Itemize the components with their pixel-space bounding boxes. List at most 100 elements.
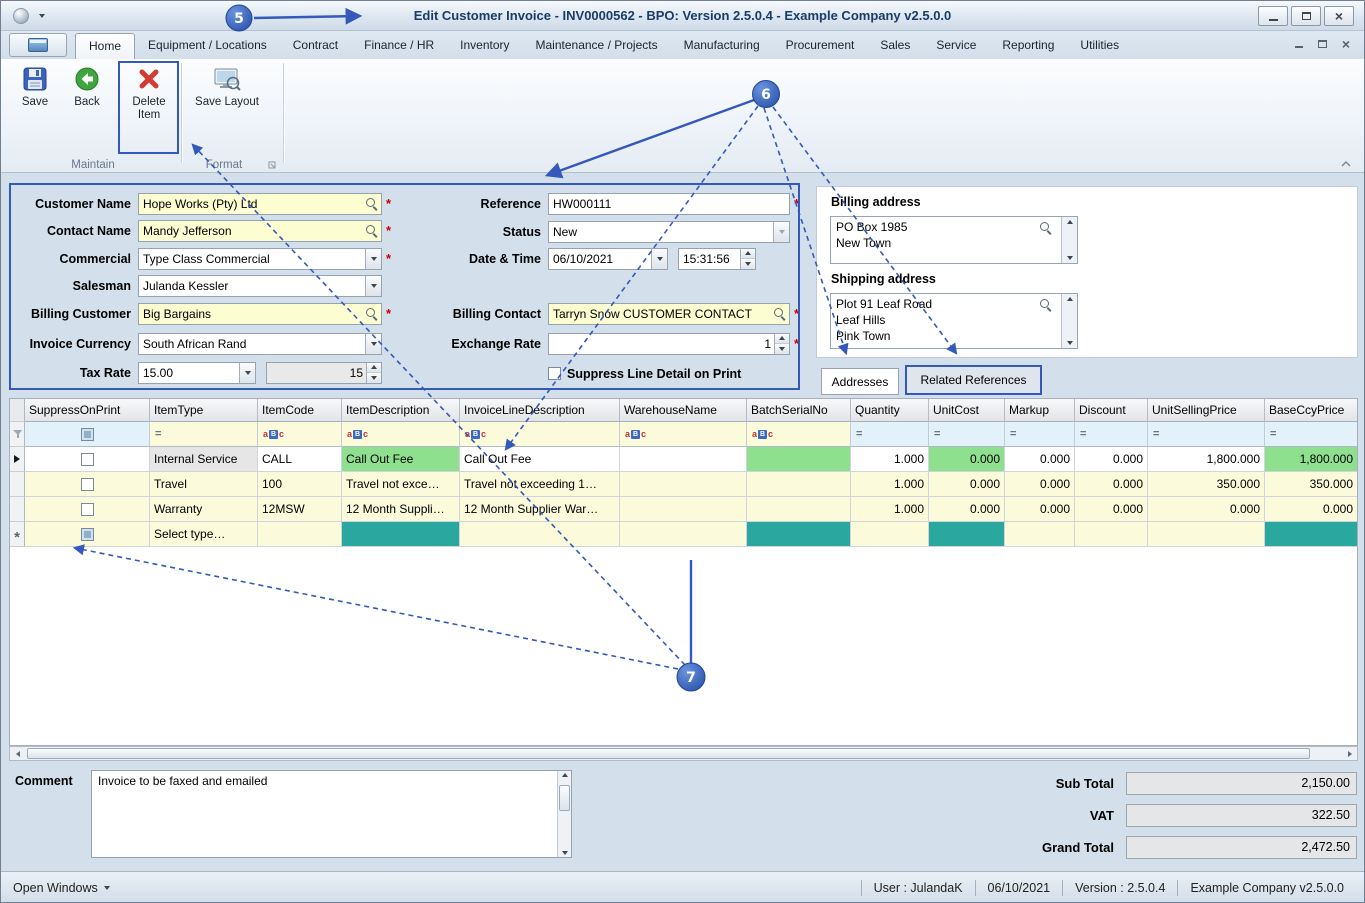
suppress-checkbox-cell[interactable] xyxy=(25,447,150,472)
search-icon[interactable] xyxy=(365,224,378,237)
filter-cell-unitsellingprice[interactable]: = xyxy=(1148,422,1265,447)
invoice-currency-select[interactable]: South African Rand xyxy=(138,332,382,355)
tab-reporting[interactable]: Reporting xyxy=(989,33,1067,57)
date-input[interactable]: 06/10/2021 xyxy=(548,247,668,270)
column-header-warehousename[interactable]: WarehouseName xyxy=(620,399,747,422)
tax-rate-select[interactable]: 15.00 xyxy=(138,361,256,384)
filter-cell-suppressonprint[interactable] xyxy=(25,422,150,447)
scroll-right-icon[interactable] xyxy=(1342,747,1357,760)
search-icon[interactable] xyxy=(365,307,378,320)
back-button[interactable]: Back xyxy=(65,66,109,109)
cell-discount[interactable]: 0.000 xyxy=(1075,447,1148,472)
customer-name-input[interactable]: Hope Works (Pty) Ltd xyxy=(138,192,382,215)
tab-addresses[interactable]: Addresses xyxy=(821,368,899,395)
column-header-unitsellingprice[interactable]: UnitSellingPrice xyxy=(1148,399,1265,422)
suppress-checkbox-cell[interactable] xyxy=(25,522,150,547)
open-windows-menu[interactable]: Open Windows xyxy=(13,881,110,895)
cell-batchserialno[interactable] xyxy=(747,447,851,472)
tax-amount-stepper[interactable]: 15 xyxy=(266,361,382,384)
cell-baseccyprice[interactable] xyxy=(1265,522,1357,547)
suppress-line-detail-checkbox[interactable] xyxy=(548,367,561,380)
tab-service[interactable]: Service xyxy=(923,33,989,57)
column-header-itemtype[interactable]: ItemType xyxy=(150,399,258,422)
mdi-minimize-icon[interactable] xyxy=(1294,46,1303,48)
column-header-itemdescription[interactable]: ItemDescription xyxy=(342,399,460,422)
dropdown-arrow-icon[interactable] xyxy=(365,333,381,354)
mdi-restore-icon[interactable] xyxy=(1317,40,1327,48)
search-icon[interactable] xyxy=(1039,298,1052,311)
cell-baseccyprice[interactable]: 1,800.000 xyxy=(1265,447,1357,472)
filter-cell-itemdescription[interactable]: aBc xyxy=(342,422,460,447)
billing-contact-input[interactable]: Tarryn Snow CUSTOMER CONTACT xyxy=(548,302,790,325)
tab-contract[interactable]: Contract xyxy=(280,33,351,57)
filter-cell-unitcost[interactable]: = xyxy=(929,422,1005,447)
table-row[interactable]: Travel 100 Travel not exce… Travel not e… xyxy=(10,472,1357,497)
cell-warehousename[interactable] xyxy=(620,447,747,472)
tab-equipment-locations[interactable]: Equipment / Locations xyxy=(135,33,280,57)
cell-invoicelinedescription[interactable] xyxy=(460,522,620,547)
tab-manufacturing[interactable]: Manufacturing xyxy=(671,33,773,57)
scroll-left-icon[interactable] xyxy=(10,747,25,760)
billing-address-field[interactable]: PO Box 1985 New Town xyxy=(830,216,1078,264)
column-header-batchserialno[interactable]: BatchSerialNo xyxy=(747,399,851,422)
cell-itemtype[interactable]: Internal Service xyxy=(150,447,258,472)
spinner-arrows-icon[interactable] xyxy=(366,362,381,383)
cell-baseccyprice[interactable]: 0.000 xyxy=(1265,497,1357,522)
cell-invoicelinedescription[interactable]: 12 Month Supplier War… xyxy=(460,497,620,522)
cell-quantity[interactable]: 1.000 xyxy=(851,472,929,497)
dropdown-arrow-icon[interactable] xyxy=(365,248,381,269)
filter-cell-itemcode[interactable]: aBc xyxy=(258,422,342,447)
cell-itemtype[interactable]: Travel xyxy=(150,472,258,497)
delete-item-button[interactable]: Delete Item xyxy=(123,66,175,122)
suppress-checkbox-cell[interactable] xyxy=(25,472,150,497)
cell-quantity[interactable]: 1.000 xyxy=(851,497,929,522)
salesman-select[interactable]: Julanda Kessler xyxy=(138,274,382,297)
tab-sales[interactable]: Sales xyxy=(867,33,923,57)
cell-markup[interactable]: 0.000 xyxy=(1005,472,1075,497)
column-header-discount[interactable]: Discount xyxy=(1075,399,1148,422)
table-row[interactable]: Warranty 12MSW 12 Month Suppli… 12 Month… xyxy=(10,497,1357,522)
column-header-itemcode[interactable]: ItemCode xyxy=(258,399,342,422)
cell-quantity[interactable] xyxy=(851,522,929,547)
save-button[interactable]: Save xyxy=(13,66,57,109)
cell-itemdescription[interactable]: Travel not exce… xyxy=(342,472,460,497)
cell-invoicelinedescription[interactable]: Travel not exceeding 1… xyxy=(460,472,620,497)
column-header-baseccyprice[interactable]: BaseCcyPrice xyxy=(1265,399,1357,422)
cell-unitsellingprice[interactable]: 350.000 xyxy=(1148,472,1265,497)
table-row[interactable]: Internal Service CALL Call Out Fee Call … xyxy=(10,447,1357,472)
cell-warehousename[interactable] xyxy=(620,522,747,547)
cell-itemtype[interactable]: Select type… xyxy=(150,522,258,547)
search-icon[interactable] xyxy=(1039,221,1052,234)
cell-warehousename[interactable] xyxy=(620,472,747,497)
cell-itemtype[interactable]: Warranty xyxy=(150,497,258,522)
filter-cell-quantity[interactable]: = xyxy=(851,422,929,447)
save-layout-button[interactable]: Save Layout xyxy=(189,66,265,109)
comment-input[interactable]: Invoice to be faxed and emailed xyxy=(91,770,572,858)
column-header-markup[interactable]: Markup xyxy=(1005,399,1075,422)
address-scroll-arrows[interactable] xyxy=(1061,294,1077,348)
filter-cell-baseccyprice[interactable]: = xyxy=(1265,422,1357,447)
shipping-address-field[interactable]: Plot 91 Leaf Road Leaf Hills Pink Town xyxy=(830,293,1078,349)
search-icon[interactable] xyxy=(365,197,378,210)
cell-markup[interactable]: 0.000 xyxy=(1005,497,1075,522)
dropdown-arrow-icon[interactable] xyxy=(651,248,667,269)
dropdown-arrow-icon[interactable] xyxy=(239,362,255,383)
cell-itemdescription[interactable] xyxy=(342,522,460,547)
column-header-suppressonprint[interactable]: SuppressOnPrint xyxy=(25,399,150,422)
cell-itemcode[interactable] xyxy=(258,522,342,547)
cell-unitcost[interactable]: 0.000 xyxy=(929,497,1005,522)
cell-itemdescription[interactable]: 12 Month Suppli… xyxy=(342,497,460,522)
cell-discount[interactable] xyxy=(1075,522,1148,547)
tab-home[interactable]: Home xyxy=(75,33,136,59)
time-stepper[interactable]: 15:31:56 xyxy=(678,247,756,270)
maximize-button[interactable] xyxy=(1291,6,1321,26)
comment-scrollbar[interactable] xyxy=(557,771,571,857)
column-header-unitcost[interactable]: UnitCost xyxy=(929,399,1005,422)
filter-cell-batchserialno[interactable]: aBc xyxy=(747,422,851,447)
cell-itemcode[interactable]: CALL xyxy=(258,447,342,472)
cell-batchserialno[interactable] xyxy=(747,472,851,497)
column-header-invoicelinedescription[interactable]: InvoiceLineDescription xyxy=(460,399,620,422)
cell-unitsellingprice[interactable] xyxy=(1148,522,1265,547)
tab-inventory[interactable]: Inventory xyxy=(447,33,522,57)
mdi-close-icon[interactable]: × xyxy=(1342,37,1350,51)
